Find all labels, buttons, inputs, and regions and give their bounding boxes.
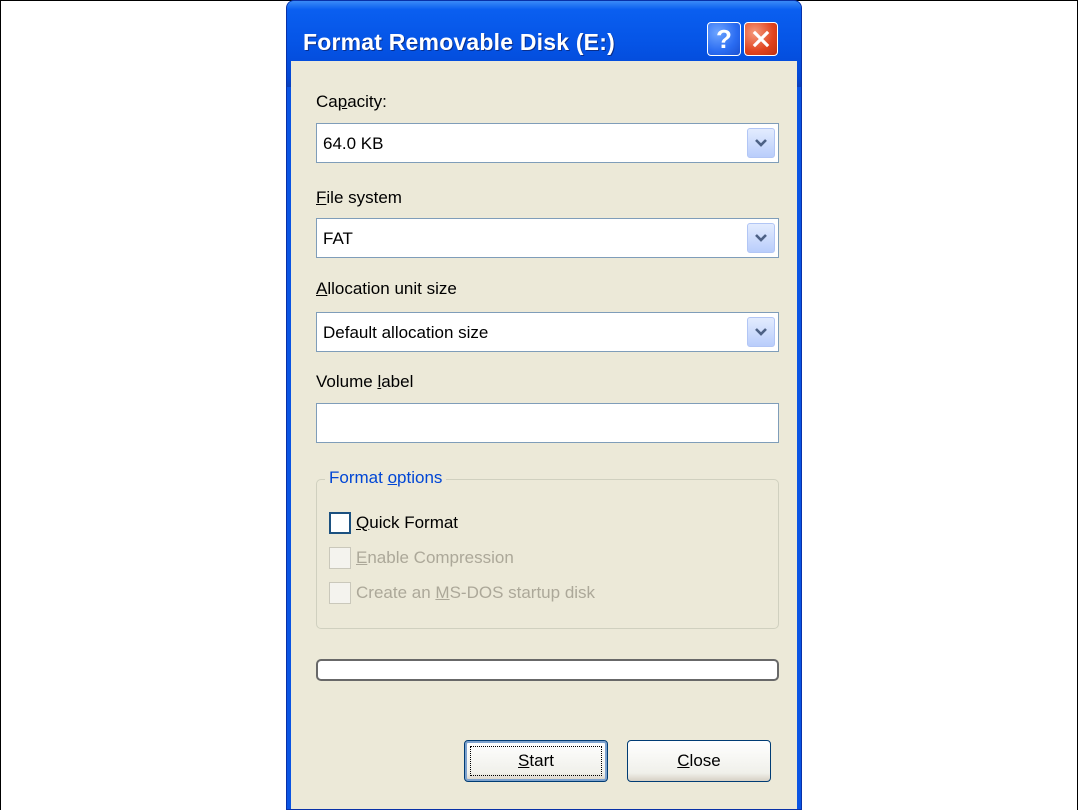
- file-system-value: FAT: [323, 229, 353, 248]
- capacity-label: Capacity:: [316, 92, 387, 111]
- chevron-down-icon: [755, 139, 767, 147]
- help-icon: ?: [716, 23, 732, 54]
- help-button[interactable]: ?: [707, 22, 741, 56]
- chevron-down-icon: [755, 328, 767, 336]
- dialog-body: Capacity: 64.0 KB File system FAT Alloca…: [291, 61, 797, 809]
- capacity-dropdown[interactable]: 64.0 KB: [316, 123, 779, 163]
- volume-label-label: Volume label: [316, 372, 414, 391]
- volume-label-input[interactable]: [316, 403, 779, 443]
- close-icon: [752, 30, 770, 48]
- allocation-value: Default allocation size: [323, 323, 489, 342]
- file-system-dropdown[interactable]: FAT: [316, 218, 779, 258]
- start-button[interactable]: Start: [464, 740, 608, 782]
- close-window-button[interactable]: [744, 22, 778, 56]
- format-options-title: Format options: [325, 468, 447, 488]
- capacity-dropdown-button[interactable]: [747, 128, 775, 158]
- allocation-dropdown-button[interactable]: [747, 317, 775, 347]
- msdos-startup-option: Create an MS-DOS startup disk: [329, 582, 595, 604]
- capacity-value: 64.0 KB: [323, 134, 384, 153]
- quick-format-label: Quick Format: [356, 513, 459, 532]
- focus-rectangle: [470, 746, 602, 776]
- quick-format-checkbox[interactable]: [329, 512, 351, 534]
- format-options-group: Format options Quick Format Enable Compr…: [316, 468, 779, 629]
- msdos-startup-label: Create an MS-DOS startup disk: [356, 583, 596, 602]
- enable-compression-label: Enable Compression: [356, 548, 514, 567]
- enable-compression-checkbox: [329, 547, 351, 569]
- allocation-dropdown[interactable]: Default allocation size: [316, 312, 779, 352]
- format-dialog: Format Removable Disk (E:) ? Capacity: 6…: [286, 0, 802, 810]
- close-button[interactable]: Close: [627, 740, 771, 782]
- window-title: Format Removable Disk (E:): [303, 29, 615, 55]
- enable-compression-option: Enable Compression: [329, 547, 514, 569]
- file-system-label: File system: [316, 188, 402, 207]
- chevron-down-icon: [755, 234, 767, 242]
- quick-format-option[interactable]: Quick Format: [329, 512, 458, 534]
- format-progress-bar: [316, 659, 779, 681]
- msdos-startup-checkbox: [329, 582, 351, 604]
- file-system-dropdown-button[interactable]: [747, 223, 775, 253]
- close-button-label: Close: [677, 751, 721, 770]
- allocation-label: Allocation unit size: [316, 279, 457, 298]
